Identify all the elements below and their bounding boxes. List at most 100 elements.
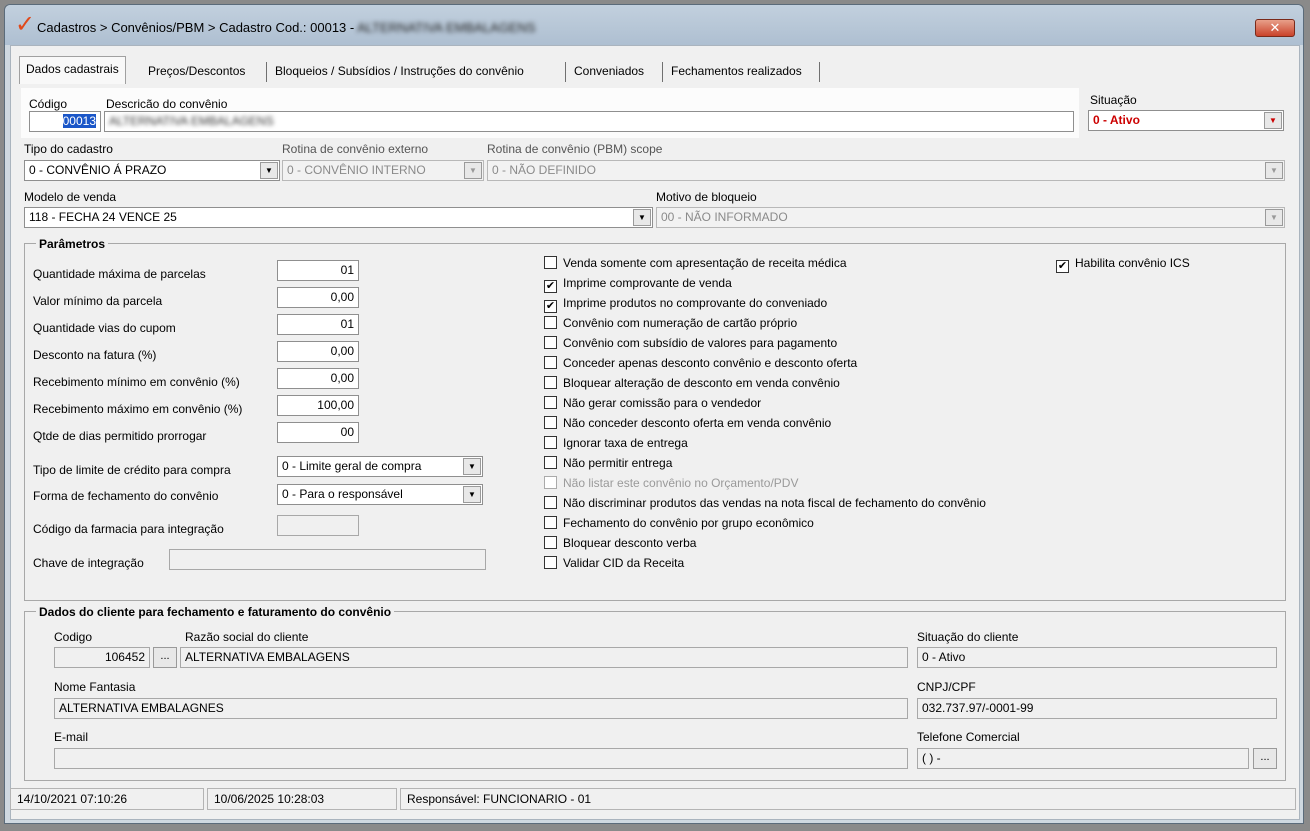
param-input[interactable]: 0,00 [277,341,359,362]
param-label: Qtde de dias permitido prorrogar [33,429,207,443]
checkbox-box[interactable] [544,336,557,349]
codigo-input[interactable]: 00013 [29,111,101,132]
checkbox-receita-medica[interactable]: Venda somente com apresentação de receit… [544,255,847,271]
tab-precos-descontos[interactable]: Preços/Descontos [142,59,251,83]
limite-credito-select[interactable]: 0 - Limite geral de compra ▼ [277,456,483,477]
checkbox-imprime-comprovante[interactable]: ✔ Imprime comprovante de venda [544,275,732,293]
checkbox-imprime-produtos[interactable]: ✔ Imprime produtos no comprovante do conv… [544,295,827,313]
telefone-input[interactable]: ( ) - [917,748,1249,769]
form-client-area: Dados cadastrais Preços/Descontos Bloque… [10,45,1300,820]
close-button[interactable]: ✕ [1255,19,1295,37]
checkbox-box[interactable] [544,456,557,469]
checkbox-box[interactable] [544,356,557,369]
checkbox-label: Conceder apenas desconto convênio e desc… [563,356,858,370]
chevron-down-icon[interactable]: ▼ [260,162,278,179]
param-label: Valor mínimo da parcela [33,294,163,308]
param-label: Quantidade vias do cupom [33,321,176,335]
modelo-venda-value: 118 - FECHA 24 VENCE 25 [29,210,177,224]
status-modified: 10/06/2025 10:28:03 [207,788,397,810]
tab-bloqueios[interactable]: Bloqueios / Subsídios / Instruções do co… [269,59,530,83]
email-input[interactable] [54,748,908,769]
cliente-codigo-input[interactable]: 106452 [54,647,150,668]
checkbox-taxa-entrega[interactable]: Ignorar taxa de entrega [544,435,688,451]
checkbox-grupo-economico[interactable]: Fechamento do convênio por grupo econômi… [544,515,814,531]
checkbox-bloquear-alteracao[interactable]: Bloquear alteração de desconto em venda … [544,375,840,391]
situacao-select[interactable]: 0 - Ativo ▼ [1088,110,1284,131]
checkbox-box[interactable] [544,416,557,429]
param-input[interactable]: 100,00 [277,395,359,416]
param-input[interactable]: 00 [277,422,359,443]
checkbox-box[interactable]: ✔ [544,280,557,293]
chevron-down-icon[interactable]: ▼ [463,458,481,475]
checkbox-box[interactable] [544,536,557,549]
checkbox-box[interactable] [544,556,557,569]
checkbox-box[interactable] [544,316,557,329]
tab-dados-cadastrais[interactable]: Dados cadastrais [19,56,126,84]
checkbox-comissao[interactable]: Não gerar comissão para o vendedor [544,395,761,411]
chevron-down-icon[interactable]: ▼ [1264,112,1282,129]
checkbox-habilita-ics[interactable]: ✔ Habilita convênio ICS [1056,255,1190,273]
checkbox-box[interactable] [544,376,557,389]
checkbox-label: Não discriminar produtos das vendas na n… [563,496,986,510]
rotina-pbm-label: Rotina de convênio (PBM) scope [487,142,663,156]
chevron-down-icon[interactable]: ▼ [463,486,481,503]
param-label: Recebimento máximo em convênio (%) [33,402,243,416]
status-responsavel: Responsável: FUNCIONARIO - 01 [400,788,1296,810]
tab-separator [819,62,820,82]
email-label: E-mail [54,730,89,744]
checkbox-label: Fechamento do convênio por grupo econômi… [563,516,814,530]
chave-integracao-input[interactable] [169,549,486,570]
param-input[interactable]: 0,00 [277,287,359,308]
checkbox-box[interactable] [544,496,557,509]
situacao-value: 0 - Ativo [1093,113,1140,127]
cnpj-input[interactable]: 032.737.97/-0001-99 [917,698,1277,719]
checkbox-cartao-proprio[interactable]: Convênio com numeração de cartão próprio [544,315,797,331]
codigo-label: Código [29,97,68,111]
checkbox-box[interactable] [544,516,557,529]
tab-separator [662,62,663,82]
tipo-cadastro-label: Tipo do cadastro [24,142,113,156]
rotina-pbm-select[interactable]: 0 - NÃO DEFINIDO ▼ [487,160,1285,181]
telefone-lookup-button[interactable]: ... [1253,748,1277,769]
motivo-bloqueio-select[interactable]: 00 - NÃO INFORMADO ▼ [656,207,1285,228]
situacao-cliente-input[interactable]: 0 - Ativo [917,647,1277,668]
chevron-down-icon[interactable]: ▼ [1265,162,1283,179]
codigo-farmacia-input[interactable] [277,515,359,536]
forma-fechamento-select[interactable]: 0 - Para o responsável ▼ [277,484,483,505]
checkbox-permitir-entrega[interactable]: Não permitir entrega [544,455,672,471]
checkbox-label: Bloquear alteração de desconto em venda … [563,376,840,390]
tipo-cadastro-select[interactable]: 0 - CONVÊNIO Á PRAZO ▼ [24,160,280,181]
checkbox-subsidio[interactable]: Convênio com subsídio de valores para pa… [544,335,837,351]
checkbox-box[interactable] [544,256,557,269]
chevron-down-icon[interactable]: ▼ [633,209,651,226]
param-input[interactable]: 0,00 [277,368,359,389]
param-input[interactable]: 01 [277,314,359,335]
checkbox-desconto-verba[interactable]: Bloquear desconto verba [544,535,696,551]
param-input[interactable]: 01 [277,260,359,281]
tab-conveniados[interactable]: Conveniados [568,59,650,83]
limite-credito-label: Tipo de limite de crédito para compra [33,463,231,477]
checkbox-box[interactable]: ✔ [1056,260,1069,273]
chevron-down-icon[interactable]: ▼ [1265,209,1283,226]
checkbox-box[interactable]: ✔ [544,300,557,313]
rotina-externo-select[interactable]: 0 - CONVÊNIO INTERNO ▼ [282,160,484,181]
razao-social-input[interactable]: ALTERNATIVA EMBALAGENS [180,647,908,668]
checkbox-nao-conceder-oferta[interactable]: Não conceder desconto oferta em venda co… [544,415,831,431]
forma-fechamento-label: Forma de fechamento do convênio [33,489,219,503]
chevron-down-icon[interactable]: ▼ [464,162,482,179]
checkbox-validar-cid[interactable]: Validar CID da Receita [544,555,684,571]
param-label: Recebimento mínimo em convênio (%) [33,375,240,389]
nome-fantasia-input[interactable]: ALTERNATIVA EMBALAGNES [54,698,908,719]
checkbox-box[interactable] [544,436,557,449]
tab-separator [266,62,267,82]
checkbox-box[interactable] [544,396,557,409]
modelo-venda-select[interactable]: 118 - FECHA 24 VENCE 25 ▼ [24,207,653,228]
checkbox-discriminar-produtos[interactable]: Não discriminar produtos das vendas na n… [544,495,986,511]
checkbox-desconto-oferta[interactable]: Conceder apenas desconto convênio e desc… [544,355,857,371]
descricao-input[interactable]: ALTERNATIVA EMBALAGENS [104,111,1074,132]
title-bar[interactable]: ✓ Cadastros > Convênios/PBM > Cadastro C… [5,5,1303,45]
cliente-codigo-label: Codigo [54,630,93,644]
tab-fechamentos[interactable]: Fechamentos realizados [665,59,808,83]
checkbox-label: Ignorar taxa de entrega [563,436,688,450]
cliente-lookup-button[interactable]: ... [153,647,177,668]
